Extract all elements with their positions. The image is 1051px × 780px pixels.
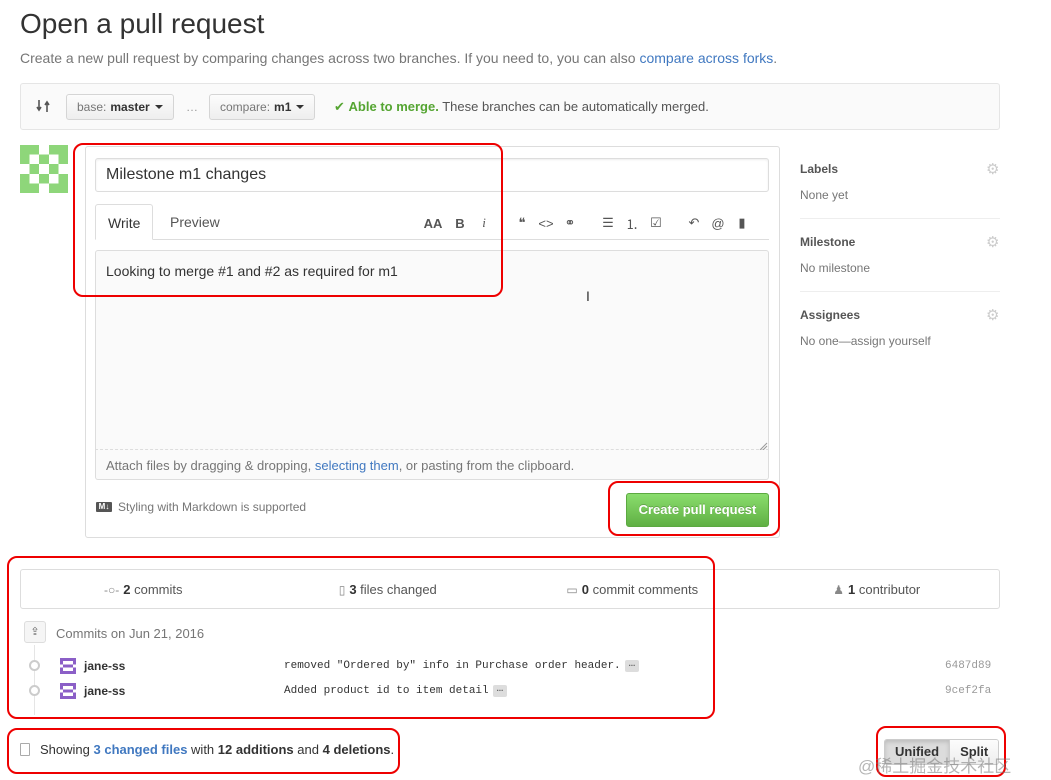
sidebar-milestone-title: Milestone [800, 235, 856, 249]
chevron-down-icon [296, 105, 305, 109]
quote-icon[interactable]: ❝ [512, 215, 532, 231]
resize-handle-icon[interactable] [758, 438, 768, 451]
range-dots: … [186, 100, 198, 114]
mention-icon[interactable]: @ [708, 216, 728, 231]
assignees-gear-icon[interactable]: ⚙ [986, 306, 999, 324]
avatar [20, 145, 68, 193]
annotation-box [608, 481, 780, 536]
task-list-icon[interactable]: ☑ [646, 215, 666, 231]
sidebar-divider [800, 218, 1000, 219]
organization-icon: ♟ [833, 582, 844, 597]
chevron-down-icon [154, 105, 163, 109]
compare-arrows-icon [36, 98, 50, 119]
labels-gear-icon[interactable]: ⚙ [986, 160, 999, 178]
text-cursor-icon: Ι [586, 288, 590, 304]
annotation-box [73, 143, 503, 297]
attach-files-bar: Attach files by dragging & dropping, sel… [95, 450, 769, 480]
sidebar-divider [800, 291, 1000, 292]
annotation-box [7, 556, 715, 719]
link-icon[interactable]: ⚭ [560, 215, 580, 231]
sidebar-assignees-value[interactable]: No one—assign yourself [800, 334, 931, 348]
markdown-support-note: M↓ Styling with Markdown is supported [96, 500, 306, 514]
summary-contributors[interactable]: ♟ 1 contributor [755, 582, 1000, 597]
commit-sha[interactable]: 6487d89 [945, 660, 991, 672]
sidebar-labels-value: None yet [800, 188, 849, 202]
code-icon[interactable]: <> [536, 216, 556, 231]
commit-sha[interactable]: 9cef2fa [945, 685, 991, 697]
sidebar-labels-title: Labels [800, 162, 839, 176]
compare-branch-select[interactable]: compare: m1 [209, 94, 316, 120]
page-title: Open a pull request [20, 8, 265, 39]
sidebar-assignees-title: Assignees [800, 308, 861, 322]
milestone-gear-icon[interactable]: ⚙ [986, 233, 999, 251]
markdown-icon: M↓ [96, 502, 112, 512]
compare-across-forks-link[interactable]: compare across forks [639, 50, 773, 66]
sidebar-milestone-value: No milestone [800, 261, 871, 275]
merge-status: ✔ Able to merge. These branches can be a… [334, 99, 709, 114]
reply-icon[interactable]: ↶ [684, 215, 704, 231]
select-files-link[interactable]: selecting them [315, 458, 399, 473]
unordered-list-icon[interactable]: ☰ [598, 215, 618, 231]
watermark-text: @稀土掘金技术社区 [858, 757, 1012, 776]
ordered-list-icon[interactable]: ⒈ [622, 214, 642, 233]
annotation-box [7, 728, 400, 774]
bookmark-icon[interactable]: ▮ [732, 215, 752, 231]
page-subtitle: Create a new pull request by comparing c… [20, 50, 778, 66]
base-branch-select[interactable]: base: master [66, 94, 174, 120]
check-icon: ✔ [334, 99, 345, 114]
